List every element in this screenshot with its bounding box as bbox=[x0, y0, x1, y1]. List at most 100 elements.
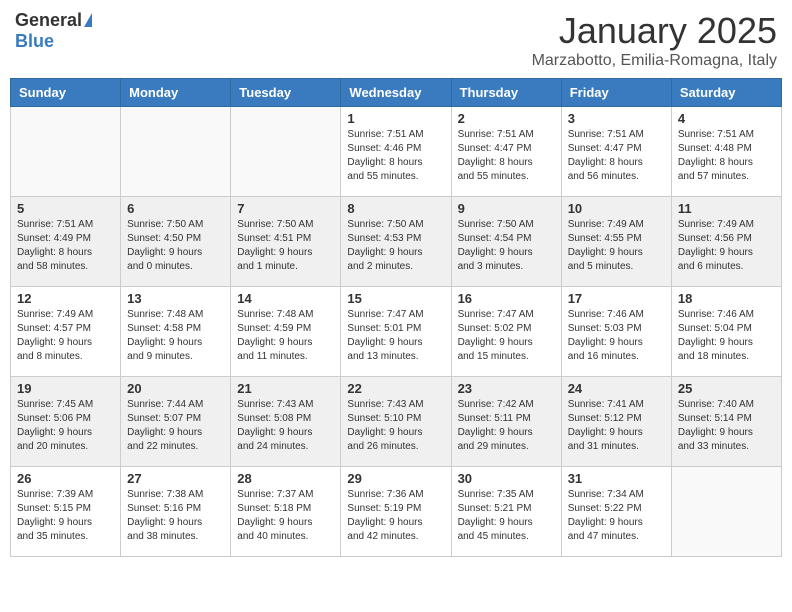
day-number: 1 bbox=[347, 111, 444, 126]
day-number: 27 bbox=[127, 471, 224, 486]
calendar-day-cell: 5 Sunrise: 7:51 AM Sunset: 4:49 PM Daylig… bbox=[11, 197, 121, 287]
day-info: Sunrise: 7:47 AM Sunset: 5:01 PM Dayligh… bbox=[347, 308, 444, 364]
day-info: Sunrise: 7:40 AM Sunset: 5:14 PM Dayligh… bbox=[678, 398, 775, 454]
day-number: 11 bbox=[678, 201, 775, 216]
calendar-day-cell: 29 Sunrise: 7:36 AM Sunset: 5:19 PM Dayli… bbox=[341, 467, 451, 557]
day-info: Sunrise: 7:51 AM Sunset: 4:49 PM Dayligh… bbox=[17, 218, 114, 274]
column-header-thursday: Thursday bbox=[451, 79, 561, 107]
page-header: General Blue January 2025 Marzabotto, Em… bbox=[10, 10, 782, 70]
day-number: 2 bbox=[458, 111, 555, 126]
calendar-day-cell: 30 Sunrise: 7:35 AM Sunset: 5:21 PM Dayli… bbox=[451, 467, 561, 557]
day-number: 10 bbox=[568, 201, 665, 216]
location-title: Marzabotto, Emilia-Romagna, Italy bbox=[532, 52, 777, 70]
day-info: Sunrise: 7:48 AM Sunset: 4:58 PM Dayligh… bbox=[127, 308, 224, 364]
calendar-day-cell: 9Sunrise: 7:50 AM Sunset: 4:54 PM Daylig… bbox=[451, 197, 561, 287]
day-number: 18 bbox=[678, 291, 775, 306]
logo-general-text: General bbox=[15, 10, 82, 31]
day-number: 17 bbox=[568, 291, 665, 306]
day-info: Sunrise: 7:42 AM Sunset: 5:11 PM Dayligh… bbox=[458, 398, 555, 454]
calendar-day-cell: 23 Sunrise: 7:42 AM Sunset: 5:11 PM Dayli… bbox=[451, 377, 561, 467]
day-number: 8 bbox=[347, 201, 444, 216]
calendar-day-cell bbox=[671, 467, 781, 557]
day-info: Sunrise: 7:36 AM Sunset: 5:19 PM Dayligh… bbox=[347, 488, 444, 544]
column-header-saturday: Saturday bbox=[671, 79, 781, 107]
calendar-day-cell bbox=[231, 107, 341, 197]
day-number: 28 bbox=[237, 471, 334, 486]
column-header-monday: Monday bbox=[121, 79, 231, 107]
day-info: Sunrise: 7:49 AM Sunset: 4:55 PM Dayligh… bbox=[568, 218, 665, 274]
calendar-day-cell: 19Sunrise: 7:45 AM Sunset: 5:06 PM Dayli… bbox=[11, 377, 121, 467]
day-number: 20 bbox=[127, 381, 224, 396]
day-number: 15 bbox=[347, 291, 444, 306]
day-number: 26 bbox=[17, 471, 114, 486]
day-number: 4 bbox=[678, 111, 775, 126]
day-number: 12 bbox=[17, 291, 114, 306]
calendar-day-cell: 17 Sunrise: 7:46 AM Sunset: 5:03 PM Dayli… bbox=[561, 287, 671, 377]
day-number: 29 bbox=[347, 471, 444, 486]
logo-blue-text: Blue bbox=[15, 31, 54, 52]
logo: General Blue bbox=[15, 10, 92, 52]
calendar-day-cell: 27 Sunrise: 7:38 AM Sunset: 5:16 PM Dayli… bbox=[121, 467, 231, 557]
day-info: Sunrise: 7:48 AM Sunset: 4:59 PM Dayligh… bbox=[237, 308, 334, 364]
day-number: 9 bbox=[458, 201, 555, 216]
day-info: Sunrise: 7:47 AM Sunset: 5:02 PM Dayligh… bbox=[458, 308, 555, 364]
day-info: Sunrise: 7:41 AM Sunset: 5:12 PM Dayligh… bbox=[568, 398, 665, 454]
calendar-day-cell: 18 Sunrise: 7:46 AM Sunset: 5:04 PM Dayli… bbox=[671, 287, 781, 377]
calendar-week-row: 1 Sunrise: 7:51 AM Sunset: 4:46 PM Daylig… bbox=[11, 107, 782, 197]
calendar-week-row: 19Sunrise: 7:45 AM Sunset: 5:06 PM Dayli… bbox=[11, 377, 782, 467]
calendar-day-cell: 1 Sunrise: 7:51 AM Sunset: 4:46 PM Daylig… bbox=[341, 107, 451, 197]
calendar-day-cell: 31 Sunrise: 7:34 AM Sunset: 5:22 PM Dayli… bbox=[561, 467, 671, 557]
calendar-day-cell: 7Sunrise: 7:50 AM Sunset: 4:51 PM Daylig… bbox=[231, 197, 341, 287]
day-number: 16 bbox=[458, 291, 555, 306]
day-info: Sunrise: 7:50 AM Sunset: 4:51 PM Dayligh… bbox=[237, 218, 334, 274]
day-number: 5 bbox=[17, 201, 114, 216]
calendar-day-cell: 4 Sunrise: 7:51 AM Sunset: 4:48 PM Daylig… bbox=[671, 107, 781, 197]
day-info: Sunrise: 7:50 AM Sunset: 4:50 PM Dayligh… bbox=[127, 218, 224, 274]
calendar-week-row: 5 Sunrise: 7:51 AM Sunset: 4:49 PM Daylig… bbox=[11, 197, 782, 287]
calendar-day-cell bbox=[121, 107, 231, 197]
day-info: Sunrise: 7:39 AM Sunset: 5:15 PM Dayligh… bbox=[17, 488, 114, 544]
calendar-day-cell: 26 Sunrise: 7:39 AM Sunset: 5:15 PM Dayli… bbox=[11, 467, 121, 557]
calendar-week-row: 12 Sunrise: 7:49 AM Sunset: 4:57 PM Dayli… bbox=[11, 287, 782, 377]
calendar-day-cell: 12 Sunrise: 7:49 AM Sunset: 4:57 PM Dayli… bbox=[11, 287, 121, 377]
day-number: 19 bbox=[17, 381, 114, 396]
day-number: 31 bbox=[568, 471, 665, 486]
day-info: Sunrise: 7:46 AM Sunset: 5:03 PM Dayligh… bbox=[568, 308, 665, 364]
day-info: Sunrise: 7:35 AM Sunset: 5:21 PM Dayligh… bbox=[458, 488, 555, 544]
day-info: Sunrise: 7:46 AM Sunset: 5:04 PM Dayligh… bbox=[678, 308, 775, 364]
calendar-header-row: SundayMondayTuesdayWednesdayThursdayFrid… bbox=[11, 79, 782, 107]
calendar-day-cell: 8Sunrise: 7:50 AM Sunset: 4:53 PM Daylig… bbox=[341, 197, 451, 287]
calendar-day-cell bbox=[11, 107, 121, 197]
column-header-tuesday: Tuesday bbox=[231, 79, 341, 107]
calendar-day-cell: 6Sunrise: 7:50 AM Sunset: 4:50 PM Daylig… bbox=[121, 197, 231, 287]
calendar-day-cell: 22Sunrise: 7:43 AM Sunset: 5:10 PM Dayli… bbox=[341, 377, 451, 467]
day-info: Sunrise: 7:51 AM Sunset: 4:47 PM Dayligh… bbox=[568, 128, 665, 184]
day-info: Sunrise: 7:51 AM Sunset: 4:47 PM Dayligh… bbox=[458, 128, 555, 184]
day-info: Sunrise: 7:43 AM Sunset: 5:10 PM Dayligh… bbox=[347, 398, 444, 454]
column-header-wednesday: Wednesday bbox=[341, 79, 451, 107]
calendar-day-cell: 21 Sunrise: 7:43 AM Sunset: 5:08 PM Dayli… bbox=[231, 377, 341, 467]
calendar-day-cell: 11Sunrise: 7:49 AM Sunset: 4:56 PM Dayli… bbox=[671, 197, 781, 287]
day-number: 21 bbox=[237, 381, 334, 396]
day-info: Sunrise: 7:51 AM Sunset: 4:46 PM Dayligh… bbox=[347, 128, 444, 184]
calendar-day-cell: 14Sunrise: 7:48 AM Sunset: 4:59 PM Dayli… bbox=[231, 287, 341, 377]
day-number: 13 bbox=[127, 291, 224, 306]
day-info: Sunrise: 7:44 AM Sunset: 5:07 PM Dayligh… bbox=[127, 398, 224, 454]
day-number: 24 bbox=[568, 381, 665, 396]
day-info: Sunrise: 7:43 AM Sunset: 5:08 PM Dayligh… bbox=[237, 398, 334, 454]
calendar-day-cell: 16 Sunrise: 7:47 AM Sunset: 5:02 PM Dayli… bbox=[451, 287, 561, 377]
day-number: 25 bbox=[678, 381, 775, 396]
day-info: Sunrise: 7:34 AM Sunset: 5:22 PM Dayligh… bbox=[568, 488, 665, 544]
day-info: Sunrise: 7:49 AM Sunset: 4:57 PM Dayligh… bbox=[17, 308, 114, 364]
day-info: Sunrise: 7:38 AM Sunset: 5:16 PM Dayligh… bbox=[127, 488, 224, 544]
day-info: Sunrise: 7:51 AM Sunset: 4:48 PM Dayligh… bbox=[678, 128, 775, 184]
month-title: January 2025 bbox=[532, 10, 777, 52]
logo-icon bbox=[84, 13, 92, 27]
day-number: 3 bbox=[568, 111, 665, 126]
calendar-day-cell: 20 Sunrise: 7:44 AM Sunset: 5:07 PM Dayli… bbox=[121, 377, 231, 467]
calendar-table: SundayMondayTuesdayWednesdayThursdayFrid… bbox=[10, 78, 782, 557]
calendar-day-cell: 3 Sunrise: 7:51 AM Sunset: 4:47 PM Daylig… bbox=[561, 107, 671, 197]
column-header-friday: Friday bbox=[561, 79, 671, 107]
day-number: 30 bbox=[458, 471, 555, 486]
day-number: 23 bbox=[458, 381, 555, 396]
